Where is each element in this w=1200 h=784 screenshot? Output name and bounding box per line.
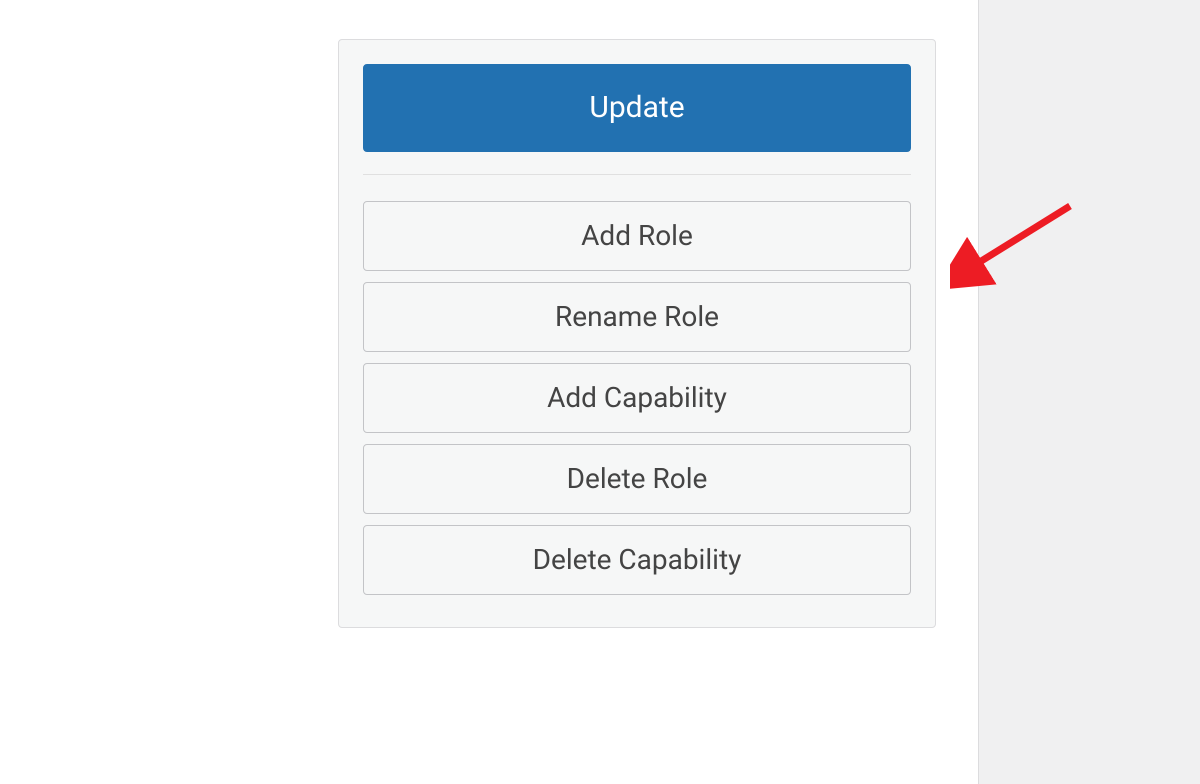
divider [363, 174, 911, 175]
add-capability-button[interactable]: Add Capability [363, 363, 911, 433]
delete-capability-button[interactable]: Delete Capability [363, 525, 911, 595]
rename-role-button[interactable]: Rename Role [363, 282, 911, 352]
right-sidebar-panel [978, 0, 1200, 784]
update-button[interactable]: Update [363, 64, 911, 152]
add-role-button[interactable]: Add Role [363, 201, 911, 271]
delete-role-button[interactable]: Delete Role [363, 444, 911, 514]
role-actions-panel: Update Add Role Rename Role Add Capabili… [338, 39, 936, 628]
